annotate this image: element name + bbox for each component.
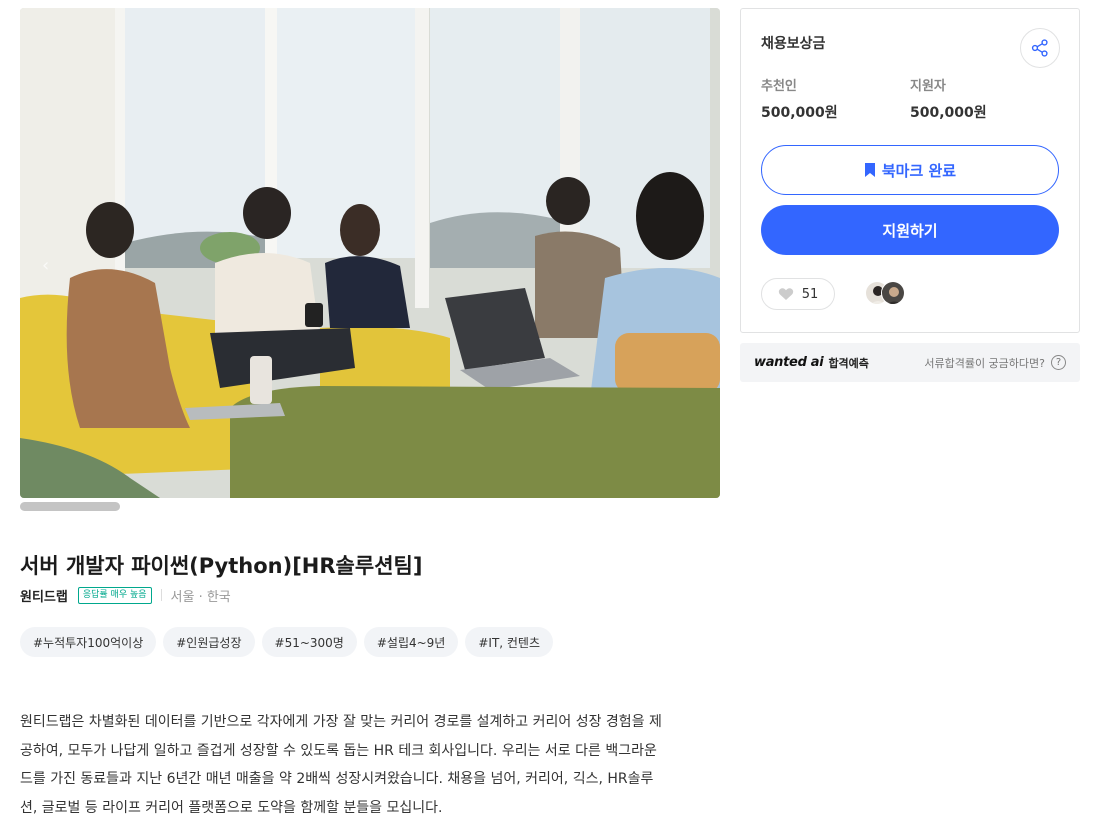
reward-title: 채용보상금 — [761, 36, 826, 52]
job-title: 서버 개발자 파이썬(Python)[HR솔루션팀] — [20, 554, 423, 578]
image-left-arrow-icon[interactable]: ‹ — [42, 255, 56, 276]
ai-question-text: 서류합격률이 궁금하다면? — [924, 356, 1045, 370]
company-tag[interactable]: #설립4~9년 — [363, 627, 459, 657]
liked-users[interactable] — [865, 281, 905, 305]
company-tag[interactable]: #누적투자100억이상 — [20, 627, 157, 657]
company-tag[interactable]: #IT, 컨텐츠 — [465, 627, 554, 657]
wanted-ai-logo: wanted ai — [754, 355, 824, 370]
company-row: 원티드랩 응답률 매우 높음 서울 · 한국 — [20, 585, 231, 605]
divider — [160, 589, 162, 601]
company-tag[interactable]: #51~300명 — [261, 627, 357, 657]
response-rate-badge: 응답률 매우 높음 — [77, 586, 152, 604]
ai-question: 서류합격률이 궁금하다면? ? — [924, 355, 1066, 371]
image-scrollbar[interactable] — [20, 502, 120, 511]
help-icon: ? — [1051, 355, 1066, 370]
description-line: 원티드랩은 차별화된 데이터를 기반으로 각자에게 가장 잘 맞는 커리어 경로… — [20, 714, 662, 730]
office-photo — [20, 8, 720, 498]
company-tags: #누적투자100억이상 #인원급성장 #51~300명 #설립4~9년 #IT,… — [20, 627, 554, 657]
bookmark-icon — [864, 163, 875, 177]
job-location: 서울 · 한국 — [170, 589, 231, 605]
share-icon — [1031, 39, 1048, 57]
description-line: 션, 글로벌 등 라이프 커리어 플랫폼으로 도약을 함께할 분들을 모십니다. — [20, 799, 443, 816]
applicant-reward: 지원자 500,000원 — [910, 75, 987, 122]
recommender-reward: 추천인 500,000원 — [761, 75, 838, 122]
recommender-label: 추천인 — [761, 79, 797, 94]
like-count: 51 — [801, 286, 819, 302]
ai-label: 합격예측 — [828, 356, 869, 370]
job-description: 원티드랩은 차별화된 데이터를 기반으로 각자에게 가장 잘 맞는 커리어 경로… — [20, 708, 710, 822]
share-button[interactable] — [1020, 28, 1060, 68]
heart-icon — [778, 288, 793, 300]
description-line: 공하여, 모두가 나답게 일하고 즐겁게 성장할 수 있도록 돕는 HR 테크 … — [20, 742, 657, 759]
like-button[interactable]: 51 — [761, 278, 835, 310]
bookmark-label: 북마크 완료 — [881, 161, 957, 180]
description-line: 드를 가진 동료들과 지난 6년간 매년 매출을 약 2배씩 성장시켜왔습니다.… — [20, 771, 654, 788]
applicant-value: 500,000원 — [910, 105, 987, 121]
company-name-link[interactable]: 원티드랩 — [20, 586, 68, 605]
bookmark-button[interactable]: 북마크 완료 — [761, 145, 1059, 195]
avatar — [881, 281, 905, 305]
recommender-value: 500,000원 — [761, 105, 838, 121]
wanted-ai-banner[interactable]: wanted ai 합격예측 서류합격률이 궁금하다면? ? — [740, 343, 1080, 382]
company-tag[interactable]: #인원급성장 — [163, 627, 255, 657]
reward-card: 채용보상금 추천인 500,000원 지원자 500,000원 북마크 완료 지… — [740, 8, 1080, 333]
job-hero-image: ‹ — [20, 8, 720, 498]
applicant-label: 지원자 — [910, 79, 946, 94]
apply-button[interactable]: 지원하기 — [761, 205, 1059, 255]
